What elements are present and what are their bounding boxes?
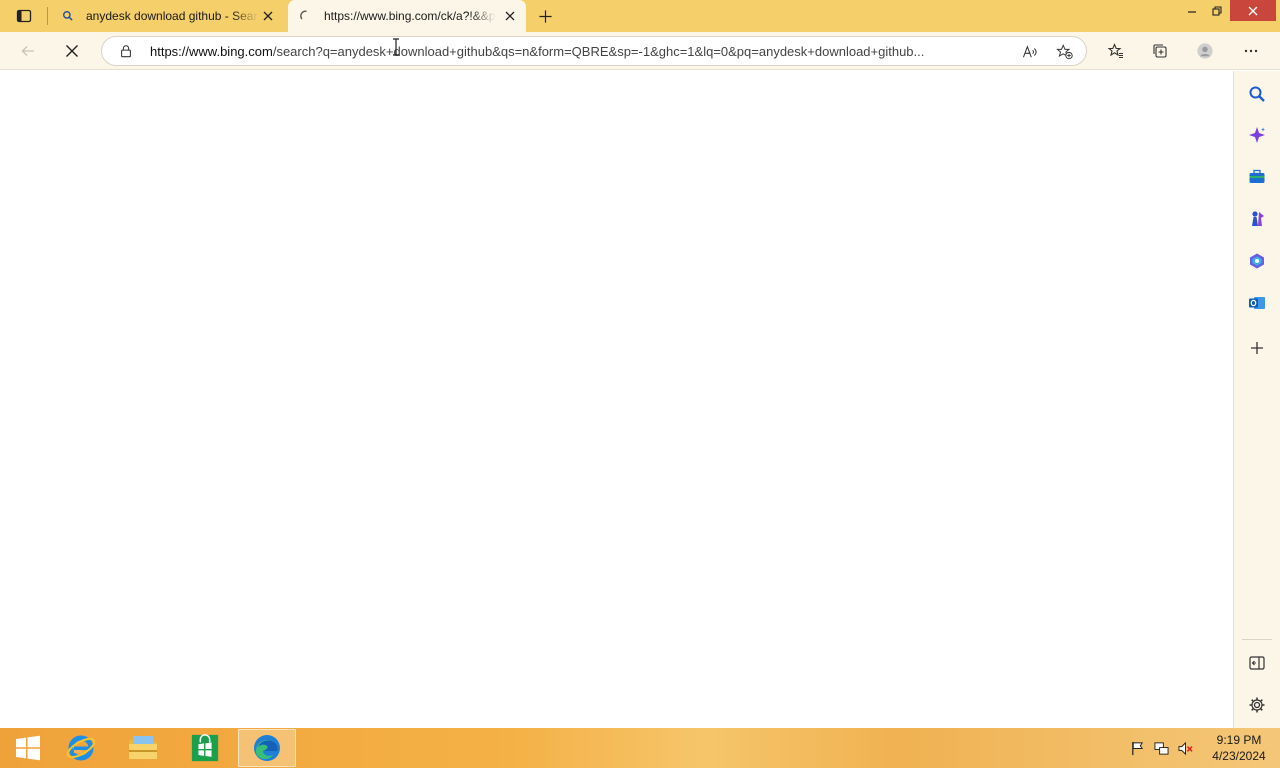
favorites-button[interactable]	[1101, 36, 1131, 66]
internet-explorer-icon	[66, 735, 96, 761]
add-favorite-button[interactable]	[1054, 42, 1076, 62]
store-icon	[191, 734, 219, 762]
url-host: https://www.bing.com	[150, 44, 273, 59]
stop-loading-button[interactable]	[57, 36, 87, 66]
sidebar-outlook-button[interactable]	[1246, 292, 1268, 314]
action-center-flag-icon[interactable]	[1128, 740, 1146, 756]
briefcase-icon	[1249, 169, 1265, 183]
ellipsis-icon	[1244, 49, 1258, 53]
taskbar-clock[interactable]: 9:19 PM 4/23/2024	[1206, 732, 1272, 766]
edge-icon	[254, 735, 280, 761]
stop-icon	[66, 45, 78, 57]
lock-icon[interactable]	[118, 43, 134, 59]
gear-icon	[1249, 697, 1265, 713]
new-tab-button[interactable]	[534, 5, 556, 27]
sidebar-games-button[interactable]	[1246, 208, 1268, 230]
sidebar-divider	[1242, 639, 1272, 640]
restore-button[interactable]	[1204, 0, 1230, 22]
clock-time: 9:19 PM	[1216, 733, 1262, 747]
tab-search-results[interactable]: anydesk download github - Search	[50, 0, 284, 32]
tab-close-button[interactable]	[260, 8, 276, 24]
chess-piece-icon	[1252, 211, 1264, 226]
read-aloud-button[interactable]	[1020, 42, 1040, 62]
plus-icon	[1251, 342, 1263, 354]
tab-title: https://www.bing.com/ck/a?!&&p=	[324, 9, 496, 23]
sidebar-add-button[interactable]	[1246, 337, 1268, 359]
tab-loading-link[interactable]: https://www.bing.com/ck/a?!&&p=	[288, 0, 526, 32]
windows-logo-icon	[16, 735, 40, 761]
taskbar-edge[interactable]	[238, 729, 296, 767]
start-button[interactable]	[0, 729, 56, 767]
read-aloud-icon	[1022, 45, 1037, 58]
text-cursor-icon	[393, 38, 399, 56]
browser-toolbar: https://www.bing.com/search?q=anydesk+do…	[0, 32, 1280, 70]
avatar-icon	[1197, 43, 1213, 59]
windows-taskbar: 9:19 PM 4/23/2024	[0, 728, 1280, 768]
sidebar-office-button[interactable]	[1246, 250, 1268, 272]
back-arrow-icon	[21, 46, 34, 56]
restore-icon	[1212, 6, 1222, 16]
taskbar-file-explorer[interactable]	[115, 729, 171, 767]
favorites-icon	[1108, 43, 1123, 58]
tab-separator	[47, 7, 48, 25]
url-text[interactable]: https://www.bing.com/search?q=anydesk+do…	[150, 44, 1018, 60]
search-icon	[60, 8, 76, 24]
taskbar-internet-explorer[interactable]	[53, 729, 109, 767]
close-window-button[interactable]	[1230, 0, 1276, 21]
sidebar-shopping-button[interactable]	[1246, 166, 1268, 188]
office-icon	[1250, 253, 1264, 269]
close-icon	[1248, 6, 1258, 15]
minimize-icon	[1188, 11, 1196, 13]
plus-icon	[538, 9, 552, 23]
sidebar-hide-button[interactable]	[1246, 652, 1268, 674]
taskbar-store[interactable]	[177, 729, 233, 767]
tab-actions-icon	[16, 9, 32, 23]
tab-actions-button[interactable]	[10, 5, 38, 27]
outlook-icon	[1249, 297, 1265, 309]
folder-icon	[129, 736, 157, 759]
profile-button[interactable]	[1190, 36, 1220, 66]
search-icon	[1249, 86, 1265, 102]
clock-date: 4/23/2024	[1212, 749, 1266, 763]
sidebar-copilot-button[interactable]	[1246, 124, 1268, 146]
network-icon[interactable]	[1152, 740, 1170, 756]
page-content-area[interactable]	[0, 71, 1233, 728]
url-path: /search?q=anydesk+download+github&qs=n&f…	[272, 44, 925, 59]
back-button[interactable]	[13, 36, 43, 66]
tab-title: anydesk download github - Search	[86, 9, 258, 23]
tab-close-button[interactable]	[502, 8, 518, 24]
collections-button[interactable]	[1145, 36, 1175, 66]
loading-spinner-icon	[298, 8, 314, 24]
minimize-button[interactable]	[1179, 0, 1205, 22]
close-icon	[263, 11, 273, 21]
volume-muted-icon[interactable]	[1176, 740, 1194, 756]
address-bar[interactable]: https://www.bing.com/search?q=anydesk+do…	[101, 36, 1087, 66]
tab-strip: anydesk download github - Search https:/…	[0, 0, 1280, 32]
sparkle-icon	[1249, 127, 1265, 143]
close-icon	[505, 11, 515, 21]
edge-sidebar	[1233, 71, 1280, 728]
sidebar-settings-button[interactable]	[1246, 694, 1268, 716]
more-options-button[interactable]	[1236, 36, 1266, 66]
collections-icon	[1153, 44, 1167, 58]
star-add-icon	[1056, 44, 1073, 60]
sidebar-search-button[interactable]	[1246, 83, 1268, 105]
collapse-sidebar-icon	[1249, 656, 1265, 670]
